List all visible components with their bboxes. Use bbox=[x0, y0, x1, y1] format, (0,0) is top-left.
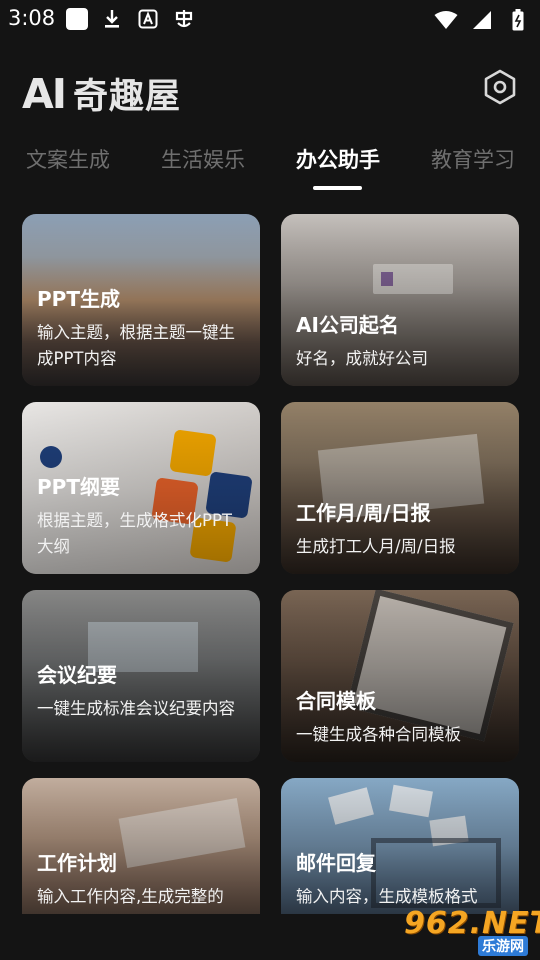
card-text: 会议纪要 一键生成标准会议纪要内容 bbox=[37, 662, 248, 722]
battery-icon bbox=[506, 8, 530, 32]
notification-icons bbox=[66, 7, 196, 31]
card-description: 一键生成各种合同模板 bbox=[296, 725, 461, 744]
site-watermark: 962.NET 乐游网 bbox=[398, 906, 540, 958]
card-text: 邮件回复 输入内容，生成模板格式 bbox=[296, 850, 507, 910]
card-description: 根据主题，生成格式化PPT大纲 bbox=[37, 511, 232, 556]
card-work-report[interactable]: 工作月/周/日报 生成打工人月/周/日报 bbox=[281, 402, 519, 574]
logo-cn-text: 奇趣屋 bbox=[73, 77, 182, 117]
card-title: PPT生成 bbox=[37, 287, 120, 311]
card-description: 生成打工人月/周/日报 bbox=[296, 537, 456, 556]
category-tabs: 文案生成 生活娱乐 办公助手 教育学习 bbox=[0, 140, 540, 195]
font-app-icon bbox=[136, 7, 160, 31]
card-meeting-minutes[interactable]: 会议纪要 一键生成标准会议纪要内容 bbox=[22, 590, 260, 762]
tool-card-grid: PPT生成 输入主题，根据主题一键生成PPT内容 AI公司起名 好名，成就好公司… bbox=[0, 214, 540, 914]
tab-copywriting[interactable]: 文案生成 bbox=[26, 144, 110, 174]
card-text: PPT纲要 根据主题，生成格式化PPT大纲 bbox=[37, 474, 248, 560]
settings-button[interactable] bbox=[482, 68, 518, 106]
status-time: 3:08 bbox=[8, 6, 56, 30]
wifi-icon bbox=[434, 8, 458, 32]
logo-ai-text: AI bbox=[22, 69, 67, 118]
card-text: 工作计划 输入工作内容,生成完整的 bbox=[37, 850, 248, 910]
card-title: 邮件回复 bbox=[296, 851, 376, 875]
card-description: 输入工作内容,生成完整的 bbox=[37, 887, 224, 906]
card-ppt-outline[interactable]: PPT纲要 根据主题，生成格式化PPT大纲 bbox=[22, 402, 260, 574]
app-logo: AI 奇趣屋 bbox=[22, 68, 181, 119]
card-title: AI公司起名 bbox=[296, 313, 399, 337]
card-text: AI公司起名 好名，成就好公司 bbox=[296, 312, 507, 372]
card-title: 工作月/周/日报 bbox=[296, 501, 431, 525]
card-title: PPT纲要 bbox=[37, 475, 120, 499]
card-text: 工作月/周/日报 生成打工人月/周/日报 bbox=[296, 500, 507, 560]
active-tab-indicator bbox=[313, 186, 362, 190]
card-company-naming[interactable]: AI公司起名 好名，成就好公司 bbox=[281, 214, 519, 386]
app-notification-icon bbox=[66, 8, 88, 30]
system-icons bbox=[434, 8, 530, 32]
card-text: PPT生成 输入主题，根据主题一键生成PPT内容 bbox=[37, 286, 248, 372]
card-description: 输入主题，根据主题一键生成PPT内容 bbox=[37, 323, 235, 368]
tab-office-assistant[interactable]: 办公助手 bbox=[296, 144, 380, 174]
card-email-reply[interactable]: 邮件回复 输入内容，生成模板格式 bbox=[281, 778, 519, 914]
card-title: 合同模板 bbox=[296, 689, 376, 713]
card-description: 好名，成就好公司 bbox=[296, 349, 428, 368]
card-ppt-generate[interactable]: PPT生成 输入主题，根据主题一键生成PPT内容 bbox=[22, 214, 260, 386]
card-title: 工作计划 bbox=[37, 851, 117, 875]
watermark-site-name: 乐游网 bbox=[478, 936, 528, 956]
tab-lifestyle[interactable]: 生活娱乐 bbox=[161, 144, 245, 174]
status-bar: 3:08 bbox=[0, 0, 540, 40]
card-contract-template[interactable]: 合同模板 一键生成各种合同模板 bbox=[281, 590, 519, 762]
card-work-plan[interactable]: 工作计划 输入工作内容,生成完整的 bbox=[22, 778, 260, 914]
bug-app-icon bbox=[172, 7, 196, 31]
signal-icon bbox=[470, 8, 494, 32]
card-description: 一键生成标准会议纪要内容 bbox=[37, 699, 235, 718]
tab-education[interactable]: 教育学习 bbox=[431, 144, 515, 174]
card-title: 会议纪要 bbox=[37, 663, 117, 687]
settings-hexagon-icon bbox=[484, 69, 516, 105]
download-icon bbox=[100, 7, 124, 31]
card-text: 合同模板 一键生成各种合同模板 bbox=[296, 688, 507, 748]
app-header: AI 奇趣屋 bbox=[0, 60, 540, 120]
